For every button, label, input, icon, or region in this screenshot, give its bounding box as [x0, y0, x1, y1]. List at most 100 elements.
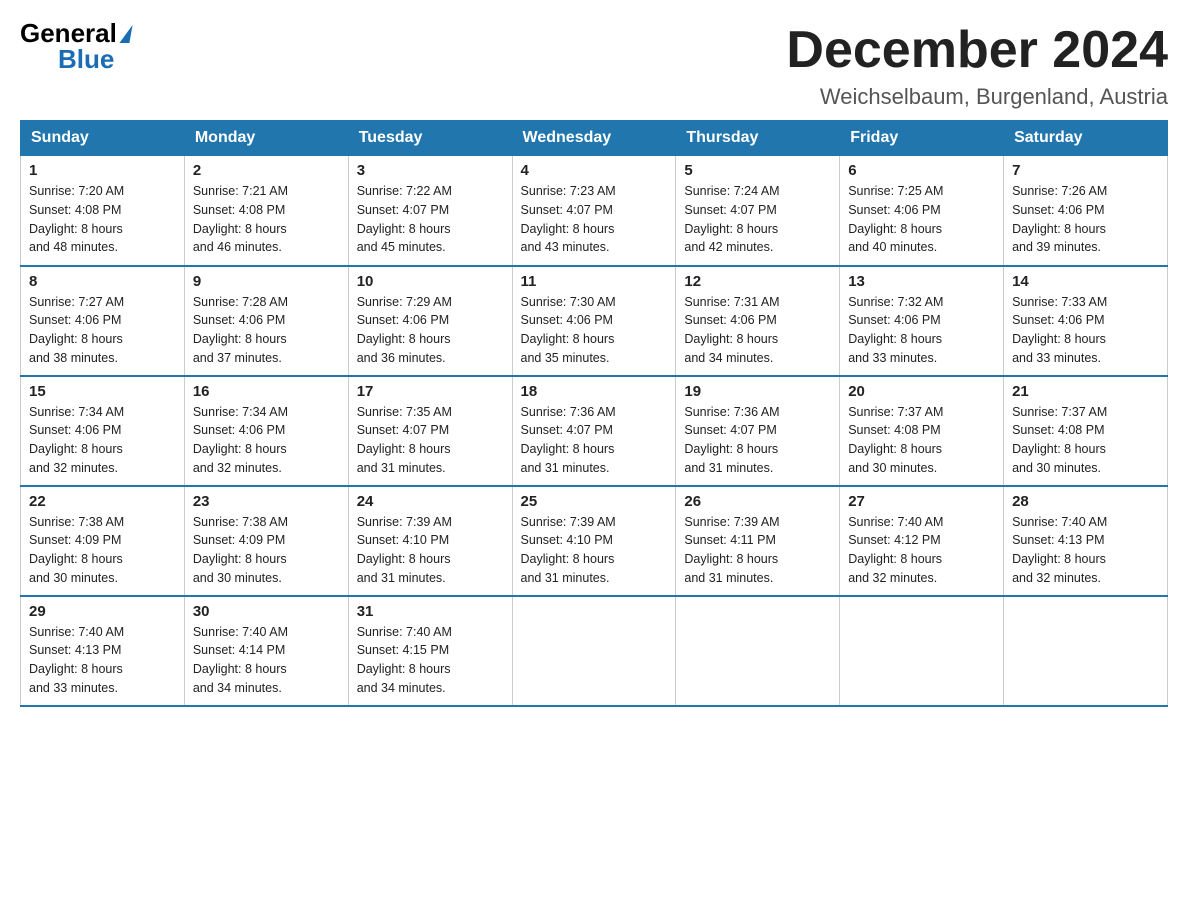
- day-number: 3: [357, 162, 504, 179]
- calendar-week-row: 15 Sunrise: 7:34 AMSunset: 4:06 PMDaylig…: [21, 376, 1168, 486]
- day-number: 15: [29, 383, 176, 400]
- month-title: December 2024: [786, 20, 1168, 80]
- day-info: Sunrise: 7:35 AMSunset: 4:07 PMDaylight:…: [357, 403, 504, 478]
- calendar-cell: [1004, 596, 1168, 706]
- calendar-cell: 29 Sunrise: 7:40 AMSunset: 4:13 PMDaylig…: [21, 596, 185, 706]
- day-number: 31: [357, 603, 504, 620]
- calendar-cell: 22 Sunrise: 7:38 AMSunset: 4:09 PMDaylig…: [21, 486, 185, 596]
- calendar-cell: [840, 596, 1004, 706]
- col-header-saturday: Saturday: [1004, 121, 1168, 156]
- day-info: Sunrise: 7:40 AMSunset: 4:14 PMDaylight:…: [193, 623, 340, 698]
- location-subtitle: Weichselbaum, Burgenland, Austria: [786, 84, 1168, 110]
- day-number: 26: [684, 493, 831, 510]
- calendar-cell: 7 Sunrise: 7:26 AMSunset: 4:06 PMDayligh…: [1004, 156, 1168, 266]
- calendar-cell: 18 Sunrise: 7:36 AMSunset: 4:07 PMDaylig…: [512, 376, 676, 486]
- day-number: 12: [684, 273, 831, 290]
- day-info: Sunrise: 7:20 AMSunset: 4:08 PMDaylight:…: [29, 182, 176, 257]
- calendar-cell: 21 Sunrise: 7:37 AMSunset: 4:08 PMDaylig…: [1004, 376, 1168, 486]
- day-number: 28: [1012, 493, 1159, 510]
- calendar-cell: 6 Sunrise: 7:25 AMSunset: 4:06 PMDayligh…: [840, 156, 1004, 266]
- calendar-cell: 27 Sunrise: 7:40 AMSunset: 4:12 PMDaylig…: [840, 486, 1004, 596]
- calendar-cell: 12 Sunrise: 7:31 AMSunset: 4:06 PMDaylig…: [676, 266, 840, 376]
- calendar-cell: 19 Sunrise: 7:36 AMSunset: 4:07 PMDaylig…: [676, 376, 840, 486]
- calendar-cell: 28 Sunrise: 7:40 AMSunset: 4:13 PMDaylig…: [1004, 486, 1168, 596]
- day-info: Sunrise: 7:39 AMSunset: 4:10 PMDaylight:…: [521, 513, 668, 588]
- day-number: 19: [684, 383, 831, 400]
- day-info: Sunrise: 7:40 AMSunset: 4:13 PMDaylight:…: [1012, 513, 1159, 588]
- day-number: 2: [193, 162, 340, 179]
- day-info: Sunrise: 7:31 AMSunset: 4:06 PMDaylight:…: [684, 293, 831, 368]
- calendar-cell: [512, 596, 676, 706]
- day-number: 22: [29, 493, 176, 510]
- day-info: Sunrise: 7:39 AMSunset: 4:11 PMDaylight:…: [684, 513, 831, 588]
- day-info: Sunrise: 7:37 AMSunset: 4:08 PMDaylight:…: [1012, 403, 1159, 478]
- logo-blue-text: Blue: [58, 46, 114, 72]
- calendar-cell: 24 Sunrise: 7:39 AMSunset: 4:10 PMDaylig…: [348, 486, 512, 596]
- day-number: 8: [29, 273, 176, 290]
- day-info: Sunrise: 7:23 AMSunset: 4:07 PMDaylight:…: [521, 182, 668, 257]
- calendar-week-row: 1 Sunrise: 7:20 AMSunset: 4:08 PMDayligh…: [21, 156, 1168, 266]
- calendar-cell: 25 Sunrise: 7:39 AMSunset: 4:10 PMDaylig…: [512, 486, 676, 596]
- day-number: 25: [521, 493, 668, 510]
- calendar-cell: 16 Sunrise: 7:34 AMSunset: 4:06 PMDaylig…: [184, 376, 348, 486]
- day-number: 21: [1012, 383, 1159, 400]
- day-info: Sunrise: 7:34 AMSunset: 4:06 PMDaylight:…: [193, 403, 340, 478]
- day-info: Sunrise: 7:39 AMSunset: 4:10 PMDaylight:…: [357, 513, 504, 588]
- calendar-cell: 1 Sunrise: 7:20 AMSunset: 4:08 PMDayligh…: [21, 156, 185, 266]
- day-info: Sunrise: 7:34 AMSunset: 4:06 PMDaylight:…: [29, 403, 176, 478]
- calendar-cell: [676, 596, 840, 706]
- col-header-friday: Friday: [840, 121, 1004, 156]
- page-header: General Blue December 2024 Weichselbaum,…: [20, 20, 1168, 110]
- day-number: 11: [521, 273, 668, 290]
- title-block: December 2024 Weichselbaum, Burgenland, …: [786, 20, 1168, 110]
- day-number: 6: [848, 162, 995, 179]
- calendar-cell: 10 Sunrise: 7:29 AMSunset: 4:06 PMDaylig…: [348, 266, 512, 376]
- day-number: 5: [684, 162, 831, 179]
- logo-general-text: General: [20, 20, 117, 46]
- day-info: Sunrise: 7:21 AMSunset: 4:08 PMDaylight:…: [193, 182, 340, 257]
- calendar-cell: 31 Sunrise: 7:40 AMSunset: 4:15 PMDaylig…: [348, 596, 512, 706]
- day-info: Sunrise: 7:22 AMSunset: 4:07 PMDaylight:…: [357, 182, 504, 257]
- col-header-tuesday: Tuesday: [348, 121, 512, 156]
- col-header-sunday: Sunday: [21, 121, 185, 156]
- calendar-cell: 3 Sunrise: 7:22 AMSunset: 4:07 PMDayligh…: [348, 156, 512, 266]
- day-number: 24: [357, 493, 504, 510]
- day-number: 13: [848, 273, 995, 290]
- calendar-cell: 23 Sunrise: 7:38 AMSunset: 4:09 PMDaylig…: [184, 486, 348, 596]
- day-number: 29: [29, 603, 176, 620]
- day-number: 10: [357, 273, 504, 290]
- day-info: Sunrise: 7:36 AMSunset: 4:07 PMDaylight:…: [521, 403, 668, 478]
- day-number: 7: [1012, 162, 1159, 179]
- day-number: 23: [193, 493, 340, 510]
- day-info: Sunrise: 7:28 AMSunset: 4:06 PMDaylight:…: [193, 293, 340, 368]
- calendar-week-row: 8 Sunrise: 7:27 AMSunset: 4:06 PMDayligh…: [21, 266, 1168, 376]
- day-number: 27: [848, 493, 995, 510]
- day-number: 17: [357, 383, 504, 400]
- day-info: Sunrise: 7:26 AMSunset: 4:06 PMDaylight:…: [1012, 182, 1159, 257]
- calendar-week-row: 29 Sunrise: 7:40 AMSunset: 4:13 PMDaylig…: [21, 596, 1168, 706]
- calendar-cell: 9 Sunrise: 7:28 AMSunset: 4:06 PMDayligh…: [184, 266, 348, 376]
- day-number: 20: [848, 383, 995, 400]
- col-header-thursday: Thursday: [676, 121, 840, 156]
- day-info: Sunrise: 7:25 AMSunset: 4:06 PMDaylight:…: [848, 182, 995, 257]
- day-info: Sunrise: 7:29 AMSunset: 4:06 PMDaylight:…: [357, 293, 504, 368]
- calendar-week-row: 22 Sunrise: 7:38 AMSunset: 4:09 PMDaylig…: [21, 486, 1168, 596]
- calendar-cell: 14 Sunrise: 7:33 AMSunset: 4:06 PMDaylig…: [1004, 266, 1168, 376]
- calendar-cell: 5 Sunrise: 7:24 AMSunset: 4:07 PMDayligh…: [676, 156, 840, 266]
- day-info: Sunrise: 7:30 AMSunset: 4:06 PMDaylight:…: [521, 293, 668, 368]
- day-number: 30: [193, 603, 340, 620]
- logo-triangle-icon: [119, 25, 132, 43]
- day-info: Sunrise: 7:27 AMSunset: 4:06 PMDaylight:…: [29, 293, 176, 368]
- calendar-cell: 17 Sunrise: 7:35 AMSunset: 4:07 PMDaylig…: [348, 376, 512, 486]
- day-info: Sunrise: 7:37 AMSunset: 4:08 PMDaylight:…: [848, 403, 995, 478]
- day-number: 16: [193, 383, 340, 400]
- day-info: Sunrise: 7:24 AMSunset: 4:07 PMDaylight:…: [684, 182, 831, 257]
- logo: General Blue: [20, 20, 131, 72]
- day-number: 1: [29, 162, 176, 179]
- day-info: Sunrise: 7:40 AMSunset: 4:15 PMDaylight:…: [357, 623, 504, 698]
- calendar-cell: 11 Sunrise: 7:30 AMSunset: 4:06 PMDaylig…: [512, 266, 676, 376]
- calendar-cell: 26 Sunrise: 7:39 AMSunset: 4:11 PMDaylig…: [676, 486, 840, 596]
- calendar-table: SundayMondayTuesdayWednesdayThursdayFrid…: [20, 120, 1168, 707]
- calendar-cell: 4 Sunrise: 7:23 AMSunset: 4:07 PMDayligh…: [512, 156, 676, 266]
- day-info: Sunrise: 7:36 AMSunset: 4:07 PMDaylight:…: [684, 403, 831, 478]
